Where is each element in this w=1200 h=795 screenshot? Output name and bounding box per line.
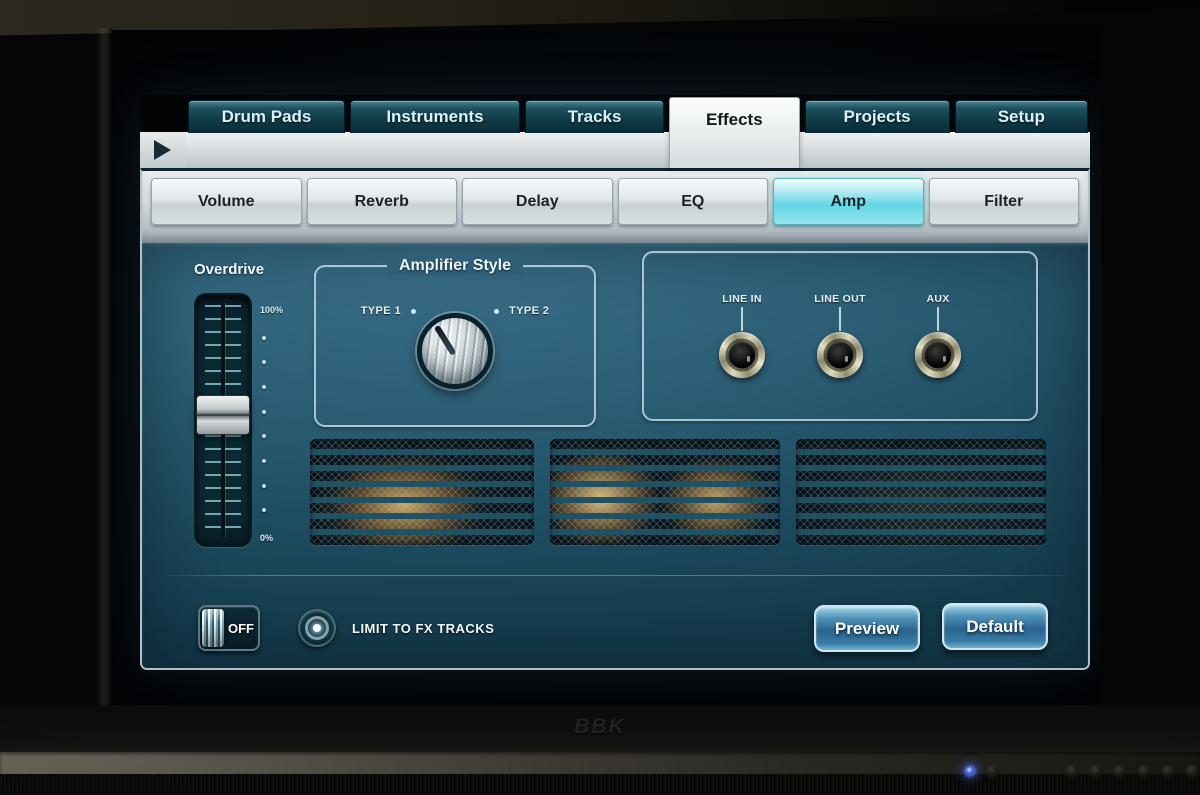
scale-dot xyxy=(262,360,266,365)
monitor-bezel-bottom: BBK xyxy=(0,705,1200,752)
overdrive-scale: 100% 0% xyxy=(260,293,300,543)
line-out-label: LINE OUT xyxy=(814,293,866,305)
scale-max-label: 100% xyxy=(260,305,284,315)
overdrive-fader: 100% 0% xyxy=(194,293,300,547)
overdrive-fader-track[interactable] xyxy=(194,293,252,547)
effects-page: Volume Reverb Delay EQ Amp Filter Overdr… xyxy=(140,168,1090,670)
tab-instruments[interactable]: Instruments xyxy=(350,100,520,133)
amplifier-style-panel: Amplifier Style TYPE 1 TYPE 2 xyxy=(314,257,596,427)
line-out-jack-icon xyxy=(817,332,863,378)
jacks-panel: LINE IN LINE OUT AUX xyxy=(642,251,1038,421)
tab-setup[interactable]: Setup xyxy=(954,100,1088,133)
speaker-vents xyxy=(310,439,1046,545)
line-out-jack-group: LINE OUT xyxy=(808,293,872,419)
effect-tab-volume[interactable]: Volume xyxy=(151,178,302,225)
effect-tab-amp[interactable]: Amp xyxy=(773,178,924,225)
effect-tab-delay[interactable]: Delay xyxy=(462,178,613,225)
monitor-brand-logo: BBK xyxy=(574,715,626,738)
aux-label: AUX xyxy=(926,293,950,305)
power-led-icon xyxy=(966,767,974,775)
amplifier-style-title: Amplifier Style xyxy=(386,257,524,275)
scale-dot xyxy=(262,508,266,513)
tab-drum-pads[interactable]: Drum Pads xyxy=(188,100,346,133)
monitor-front-controls xyxy=(966,761,1198,781)
top-tab-bar: Drum Pads Instruments Tracks Effects Pro… xyxy=(140,95,1090,168)
toggle-lever-icon xyxy=(202,609,224,647)
bottom-section-divider xyxy=(150,575,1080,576)
speaker-vent-column xyxy=(310,439,534,545)
scale-dot xyxy=(262,409,266,414)
toggle-state-label: OFF xyxy=(228,620,254,636)
overdrive-fader-handle[interactable] xyxy=(196,395,250,435)
effect-on-off-toggle[interactable]: OFF xyxy=(198,605,260,651)
scale-dot xyxy=(262,434,266,439)
amp-knob-indicator xyxy=(433,324,457,356)
overdrive-label: Overdrive xyxy=(194,261,265,278)
limit-to-fx-tracks-button[interactable] xyxy=(298,609,336,647)
amp-effect-panel: Overdrive 100% 0% Amplifier Style TYPE 1… xyxy=(142,243,1088,668)
jack-pointer-line xyxy=(937,307,939,331)
tv-screen: Drum Pads Instruments Tracks Effects Pro… xyxy=(112,30,1102,705)
type2-label: TYPE 2 xyxy=(509,305,550,317)
tab-projects[interactable]: Projects xyxy=(804,100,950,133)
effect-tab-filter[interactable]: Filter xyxy=(928,178,1079,225)
monitor-button[interactable] xyxy=(1066,765,1078,777)
play-button[interactable] xyxy=(140,132,186,168)
speaker-vent-column xyxy=(796,439,1046,545)
aux-jack-icon xyxy=(915,332,961,378)
line-in-jack-icon xyxy=(719,332,765,378)
monitor-bezel-left-edge xyxy=(96,28,112,754)
type2-marker-dot xyxy=(494,308,499,314)
limit-to-fx-tracks-label: LIMIT TO FX TRACKS xyxy=(352,621,495,636)
amplifier-style-knob[interactable] xyxy=(417,313,493,389)
line-in-jack-group: LINE IN xyxy=(710,293,774,419)
monitor-button[interactable] xyxy=(1138,765,1150,777)
jack-pointer-line xyxy=(839,307,841,331)
type1-label: TYPE 1 xyxy=(360,305,401,317)
effect-tab-reverb[interactable]: Reverb xyxy=(306,178,457,225)
effect-type-bar: Volume Reverb Delay EQ Amp Filter xyxy=(142,171,1088,243)
monitor-button[interactable] xyxy=(1162,765,1174,777)
default-button[interactable]: Default xyxy=(942,603,1048,650)
scale-dot xyxy=(262,483,266,488)
speaker-vent-column xyxy=(550,439,780,545)
scale-dot xyxy=(262,335,266,340)
effect-tab-eq[interactable]: EQ xyxy=(617,178,768,225)
scale-dot xyxy=(262,384,266,389)
line-in-label: LINE IN xyxy=(722,293,762,305)
tab-tracks[interactable]: Tracks xyxy=(524,100,665,133)
monitor-button[interactable] xyxy=(1090,765,1102,777)
monitor-button[interactable] xyxy=(986,765,998,777)
monitor-button[interactable] xyxy=(1114,765,1126,777)
top-tabs: Drum Pads Instruments Tracks Effects Pro… xyxy=(188,95,1088,168)
preview-button[interactable]: Preview xyxy=(814,605,920,652)
scale-dot xyxy=(262,458,266,463)
jack-pointer-line xyxy=(741,307,743,331)
scale-min-label: 0% xyxy=(260,532,274,543)
music-app-window: Drum Pads Instruments Tracks Effects Pro… xyxy=(140,95,1090,670)
photo-of-tv-screen: Drum Pads Instruments Tracks Effects Pro… xyxy=(0,0,1200,795)
play-icon xyxy=(154,140,171,160)
aux-jack-group: AUX xyxy=(906,293,970,419)
monitor-button[interactable] xyxy=(1186,765,1198,777)
type1-marker-dot xyxy=(411,308,416,314)
tab-effects[interactable]: Effects xyxy=(669,97,800,168)
